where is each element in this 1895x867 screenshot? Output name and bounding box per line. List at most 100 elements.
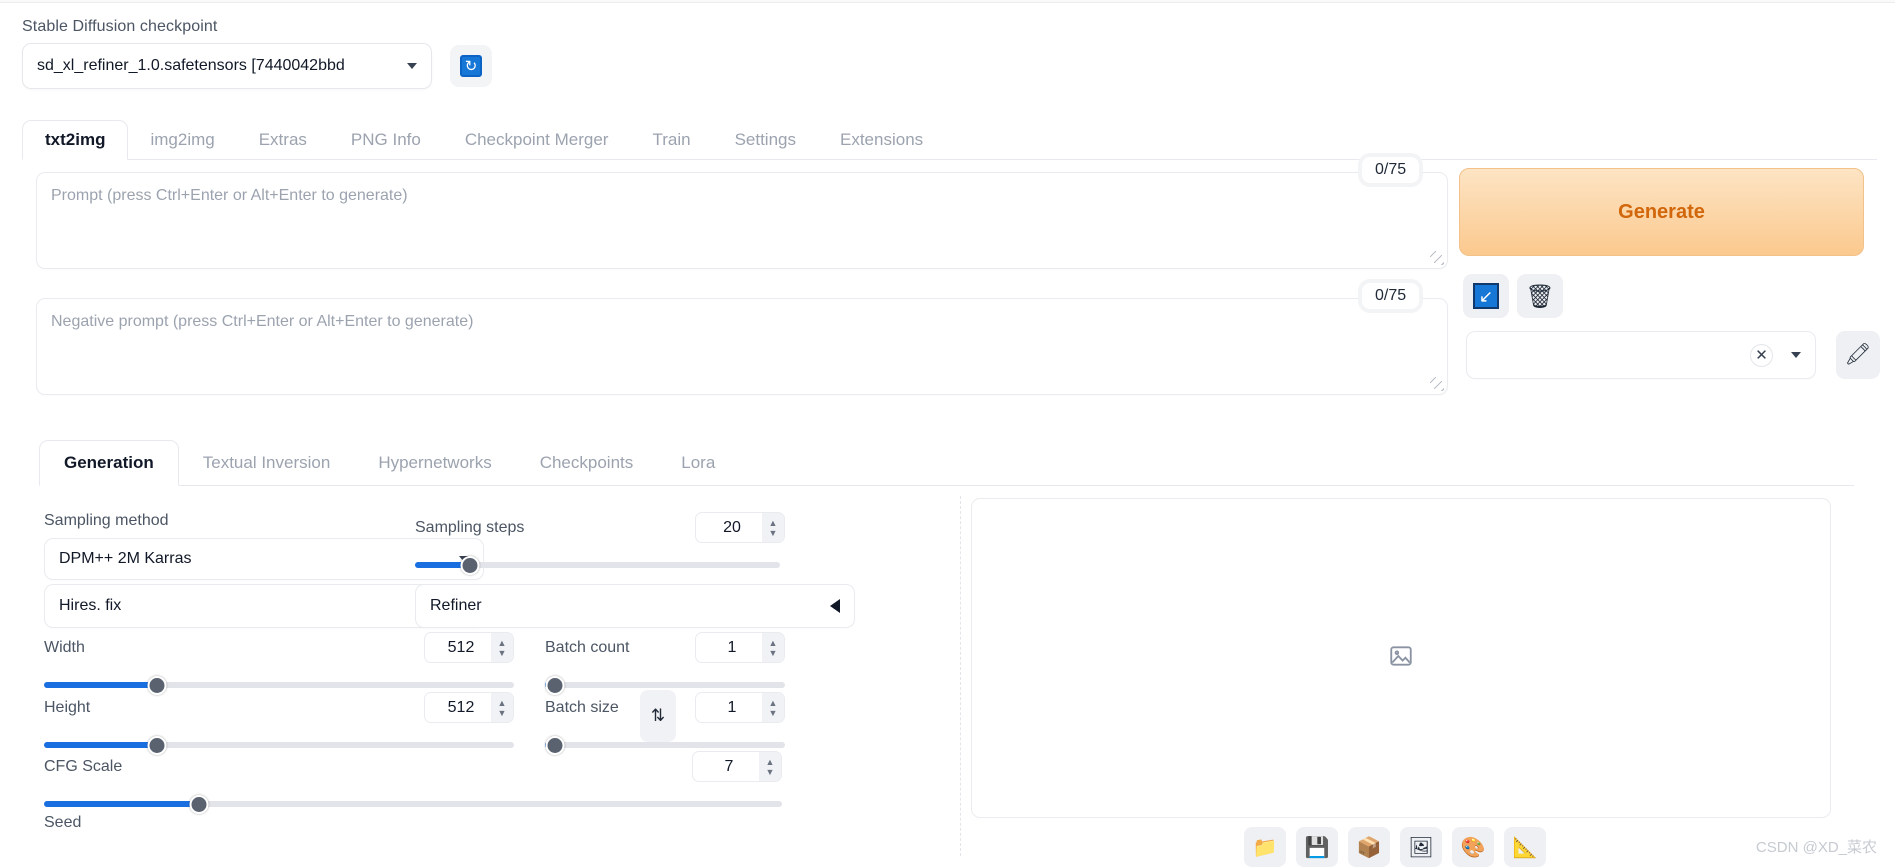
restore-progress-button[interactable]: ↙: [1463, 274, 1509, 318]
checkpoint-value: sd_xl_refiner_1.0.safetensors [7440042bb…: [37, 57, 345, 74]
palette-icon: 🎨: [1460, 836, 1486, 859]
cfg-scale-label: CFG Scale: [44, 757, 123, 775]
subtab-generation[interactable]: Generation: [39, 440, 179, 486]
network-tab-bar: Generation Textual Inversion Hypernetwor…: [39, 428, 1854, 486]
sampling-steps-slider[interactable]: [415, 556, 780, 575]
seed-label: Seed: [44, 814, 82, 831]
slider-fill: [44, 682, 157, 688]
subtab-lora[interactable]: Lora: [657, 441, 739, 485]
package-icon: 📦: [1356, 836, 1382, 859]
window-top-edge: [0, 0, 1895, 3]
paintbrush-icon: 🖍: [1844, 343, 1872, 366]
ruler-icon: 📐: [1512, 836, 1538, 859]
subtab-textual-inversion[interactable]: Textual Inversion: [179, 441, 355, 485]
checkpoint-label: Stable Diffusion checkpoint: [22, 18, 218, 35]
save-button[interactable]: 💾: [1296, 827, 1338, 867]
slider-track: [545, 682, 785, 688]
negative-prompt-textarea[interactable]: Negative prompt (press Ctrl+Enter or Alt…: [36, 298, 1448, 395]
batch-count-stepper[interactable]: ▲ ▼: [762, 633, 784, 662]
height-number[interactable]: 512 ▲ ▼: [424, 692, 514, 723]
negative-prompt-resize-handle[interactable]: [1430, 377, 1444, 391]
checkpoint-select[interactable]: sd_xl_refiner_1.0.safetensors [7440042bb…: [22, 43, 432, 89]
chevron-down-icon: [1791, 352, 1801, 358]
negative-prompt-placeholder: Negative prompt (press Ctrl+Enter or Alt…: [51, 313, 474, 330]
tab-extensions[interactable]: Extensions: [818, 121, 945, 159]
main-tab-bar: txt2img img2img Extras PNG Info Checkpoi…: [22, 118, 1877, 160]
sampling-steps-group: Sampling steps 20 ▲ ▼: [415, 512, 785, 575]
output-tool-bar: 📁 💾 📦 🖼 🎨 📐: [1244, 827, 1546, 867]
batch-size-stepper[interactable]: ▲ ▼: [762, 693, 784, 722]
framed-picture-icon: 🖼: [1408, 836, 1434, 859]
refresh-icon: ↻: [460, 55, 482, 77]
clear-prompt-button[interactable]: 🗑: [1517, 274, 1563, 318]
prompt-resize-handle[interactable]: [1430, 251, 1444, 265]
width-number[interactable]: 512 ▲ ▼: [424, 632, 514, 663]
zip-button[interactable]: 📦: [1348, 827, 1390, 867]
sampling-steps-label: Sampling steps: [415, 518, 525, 536]
tab-txt2img[interactable]: txt2img: [22, 120, 129, 160]
tab-img2img[interactable]: img2img: [128, 121, 236, 159]
refiner-label: Refiner: [430, 597, 482, 614]
height-stepper[interactable]: ▲ ▼: [491, 693, 513, 722]
sampling-steps-value: 20: [723, 518, 741, 536]
sampling-steps-number[interactable]: 20 ▲ ▼: [695, 512, 785, 543]
sampling-steps-stepper[interactable]: ▲ ▼: [762, 513, 784, 542]
width-value: 512: [447, 638, 475, 656]
chevron-left-icon: [830, 599, 840, 613]
height-label: Height: [44, 698, 91, 716]
swap-arrows-icon: ⇅: [650, 706, 666, 725]
send-to-extras-button[interactable]: 📐: [1504, 827, 1546, 867]
tab-checkpoint-merger[interactable]: Checkpoint Merger: [443, 121, 631, 159]
edit-styles-button[interactable]: 🖍: [1836, 331, 1880, 379]
checkpoint-section: Stable Diffusion checkpoint sd_xl_refine…: [22, 18, 492, 89]
batch-count-group: Batch count 1 ▲ ▼: [545, 632, 785, 695]
batch-count-label: Batch count: [545, 638, 630, 656]
styles-select[interactable]: ✕: [1466, 331, 1816, 379]
refiner-accordion[interactable]: Refiner: [415, 584, 855, 628]
tab-png-info[interactable]: PNG Info: [329, 121, 443, 159]
batch-count-value: 1: [727, 638, 737, 656]
cfg-scale-stepper[interactable]: ▲ ▼: [759, 752, 781, 781]
open-folder-button[interactable]: 📁: [1244, 827, 1286, 867]
height-value: 512: [447, 698, 475, 716]
batch-size-label: Batch size: [545, 698, 619, 716]
slider-track: [545, 742, 785, 748]
hires-fix-label: Hires. fix: [59, 597, 122, 614]
cfg-scale-number[interactable]: 7 ▲ ▼: [692, 751, 782, 782]
prompt-token-counter: 0/75: [1362, 157, 1420, 183]
cfg-scale-value: 7: [724, 757, 734, 775]
cfg-scale-slider[interactable]: [44, 795, 782, 814]
arrow-down-left-icon: ↙: [1473, 283, 1499, 309]
clear-styles-icon[interactable]: ✕: [1750, 343, 1773, 367]
send-to-img2img-button[interactable]: 🖼: [1400, 827, 1442, 867]
tab-train[interactable]: Train: [630, 121, 712, 159]
trash-icon: 🗑: [1525, 282, 1555, 309]
batch-size-number[interactable]: 1 ▲ ▼: [695, 692, 785, 723]
output-image-panel[interactable]: [971, 498, 1831, 818]
tab-extras[interactable]: Extras: [237, 121, 329, 159]
prompt-placeholder: Prompt (press Ctrl+Enter or Alt+Enter to…: [51, 187, 408, 204]
subtab-hypernetworks[interactable]: Hypernetworks: [354, 441, 515, 485]
send-to-inpaint-button[interactable]: 🎨: [1452, 827, 1494, 867]
tab-settings[interactable]: Settings: [713, 121, 818, 159]
slider-fill: [44, 801, 199, 807]
slider-knob[interactable]: [460, 556, 480, 575]
subtab-checkpoints[interactable]: Checkpoints: [516, 441, 658, 485]
batch-size-value: 1: [727, 698, 737, 716]
floppy-disk-icon: 💾: [1304, 836, 1330, 859]
generate-button[interactable]: Generate: [1459, 168, 1864, 256]
negative-prompt-token-counter: 0/75: [1362, 283, 1420, 309]
prompt-textarea[interactable]: Prompt (press Ctrl+Enter or Alt+Enter to…: [36, 172, 1448, 269]
refresh-checkpoints-button[interactable]: ↻: [450, 45, 492, 87]
width-stepper[interactable]: ▲ ▼: [491, 633, 513, 662]
swap-dimensions-button[interactable]: ⇅: [640, 690, 676, 742]
folder-icon: 📁: [1252, 836, 1278, 859]
slider-fill: [44, 742, 157, 748]
cfg-scale-group: CFG Scale 7 ▲ ▼: [44, 751, 782, 814]
height-group: Height 512 ▲ ▼: [44, 692, 514, 755]
image-placeholder-icon: [1388, 643, 1414, 673]
batch-count-number[interactable]: 1 ▲ ▼: [695, 632, 785, 663]
width-group: Width 512 ▲ ▼: [44, 632, 514, 695]
panel-divider: [960, 496, 961, 856]
slider-knob[interactable]: [189, 795, 209, 814]
